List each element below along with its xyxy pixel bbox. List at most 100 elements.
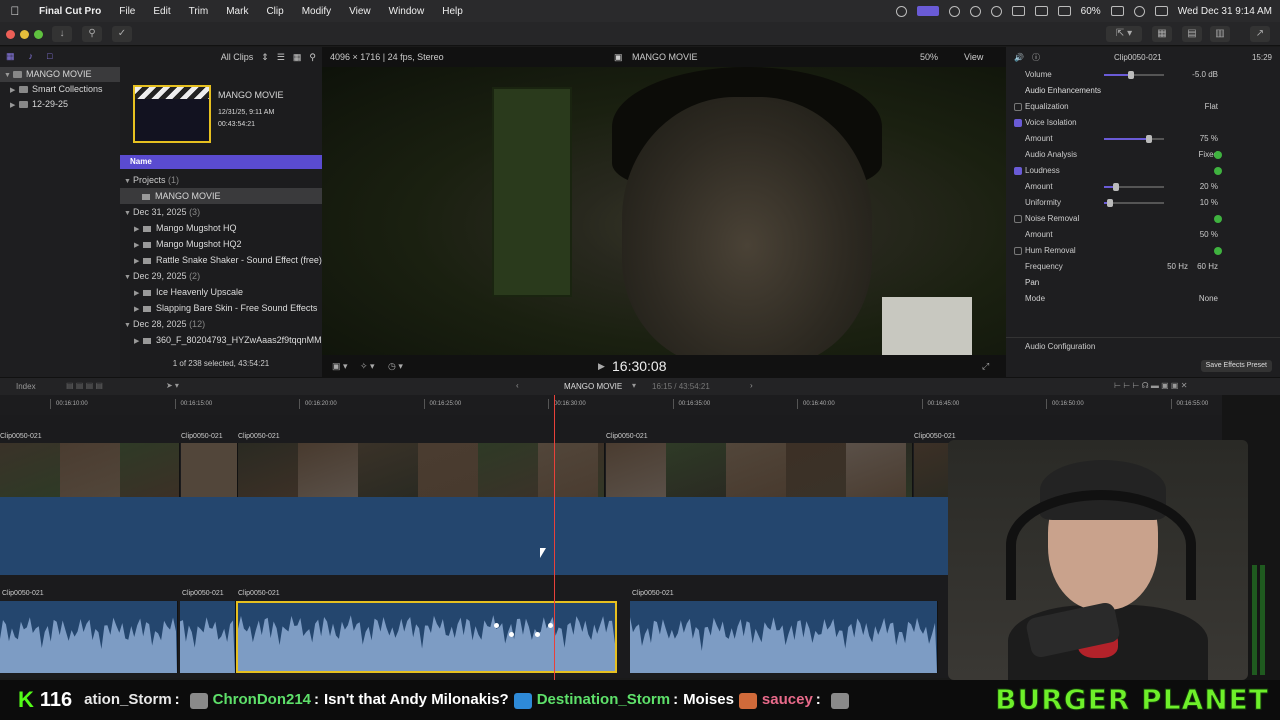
disclosure-triangle-icon[interactable]: ▶ bbox=[134, 286, 143, 300]
slider-knob[interactable] bbox=[1113, 183, 1119, 191]
menu-view[interactable]: View bbox=[340, 6, 380, 17]
apple-menu-icon[interactable]:  bbox=[0, 4, 30, 18]
menu-help[interactable]: Help bbox=[433, 6, 472, 17]
clock[interactable]: Wed Dec 31 9:14 AM bbox=[1178, 6, 1272, 17]
checkbox[interactable] bbox=[1014, 247, 1022, 255]
timeline-back-icon[interactable]: ‹ bbox=[516, 381, 519, 390]
playhead[interactable] bbox=[554, 395, 555, 680]
close-window-button[interactable] bbox=[6, 30, 15, 39]
battery-icon[interactable] bbox=[1110, 6, 1124, 16]
slider[interactable] bbox=[1104, 135, 1164, 143]
screen-share-icon[interactable] bbox=[916, 6, 939, 16]
project-thumbnail[interactable] bbox=[133, 85, 211, 143]
save-effects-preset-button[interactable]: Save Effects Preset bbox=[1200, 360, 1272, 372]
browser-group[interactable]: ▼ Projects (1) bbox=[120, 172, 322, 188]
disclosure-triangle-icon[interactable]: ▼ bbox=[124, 318, 133, 332]
share-icon[interactable]: ⇱ ▾ bbox=[1106, 26, 1142, 42]
transform-icon[interactable]: ▣ ▾ bbox=[332, 361, 348, 372]
background-tasks-icon[interactable]: ✓ bbox=[112, 26, 132, 42]
inspector-value[interactable]: 75 % bbox=[1200, 131, 1218, 147]
audio-configuration-label[interactable]: Audio Configuration bbox=[1025, 342, 1095, 351]
slider-knob[interactable] bbox=[1146, 135, 1152, 143]
volume-keyframe[interactable] bbox=[535, 632, 540, 637]
filter-chevron-icon[interactable]: ⇕ bbox=[261, 52, 269, 63]
menu-trim[interactable]: Trim bbox=[180, 6, 218, 17]
inspector-value[interactable]: Flat bbox=[1205, 99, 1218, 115]
browser-project[interactable]: MANGO MOVIE bbox=[120, 188, 322, 204]
audio-clip[interactable] bbox=[0, 601, 178, 673]
info-tab-icon[interactable]: ⓘ bbox=[1032, 52, 1040, 63]
video-frame[interactable] bbox=[322, 67, 1006, 355]
timeline-ruler[interactable]: 00:16:10:00 00:16:15:00 00:16:20:00 00:16:2… bbox=[0, 395, 1222, 415]
enhance-icon[interactable]: ✧ ▾ bbox=[360, 361, 375, 372]
minimize-window-button[interactable] bbox=[20, 30, 29, 39]
checkbox[interactable] bbox=[1014, 167, 1022, 175]
toggle-timeline-icon[interactable]: ▤ bbox=[1182, 26, 1202, 42]
disclosure-triangle-icon[interactable]: ▼ bbox=[124, 174, 133, 188]
browser-group[interactable]: ▼ Dec 31, 2025 (3) bbox=[120, 204, 322, 220]
audio-tab-icon[interactable]: 🔊 bbox=[1014, 53, 1024, 62]
timeline-tools-icons[interactable]: ⊢ ⊢ ⊢ ☊ ▬ ▣ ▣ ✕ bbox=[1114, 381, 1187, 390]
library-item-mango-movie[interactable]: ▼ MANGO MOVIE bbox=[0, 67, 120, 82]
selected-audio-clip[interactable] bbox=[236, 601, 617, 673]
timeline-forward-icon[interactable]: › bbox=[750, 381, 753, 390]
search-icon[interactable]: ⚲ bbox=[309, 52, 316, 63]
chat-username[interactable]: saucey bbox=[762, 691, 813, 708]
inspector-value[interactable]: 50 Hz bbox=[1167, 259, 1188, 275]
project-chevron-icon[interactable]: ▾ bbox=[632, 381, 636, 390]
browser-clip[interactable]: ▶ 360_F_80204793_HYZwAaas2f9tqqnMM bbox=[120, 332, 322, 348]
disclosure-triangle-icon[interactable]: ▼ bbox=[124, 270, 133, 284]
inspector-value[interactable]: 20 % bbox=[1200, 179, 1218, 195]
play-icon[interactable] bbox=[990, 5, 1002, 17]
toggle-inspector-icon[interactable]: ▥ bbox=[1210, 26, 1230, 42]
video-clip[interactable] bbox=[181, 443, 238, 497]
import-icon[interactable]: ↓ bbox=[52, 26, 72, 42]
filter-dropdown[interactable]: All Clips bbox=[221, 52, 254, 62]
inspector-value[interactable]: None bbox=[1199, 291, 1218, 307]
video-clip[interactable] bbox=[238, 443, 605, 497]
slider-knob[interactable] bbox=[1128, 71, 1134, 79]
checkbox[interactable] bbox=[1014, 119, 1022, 127]
disclosure-triangle-icon[interactable]: ▶ bbox=[10, 98, 19, 113]
toggle-browser-icon[interactable]: ▦ bbox=[1152, 26, 1172, 42]
titles-icon[interactable]: □ bbox=[47, 51, 52, 63]
inspector-value[interactable]: 50 % bbox=[1200, 227, 1218, 243]
zoom-window-button[interactable] bbox=[34, 30, 43, 39]
browser-group[interactable]: ▼ Dec 28, 2025 (12) bbox=[120, 316, 322, 332]
inspector-value[interactable]: 10 % bbox=[1200, 195, 1218, 211]
zoom-dropdown[interactable]: 50% bbox=[920, 52, 938, 62]
wifi-icon[interactable] bbox=[1057, 6, 1071, 16]
name-column-header[interactable]: Name bbox=[120, 155, 322, 169]
audio-clip[interactable] bbox=[630, 601, 938, 673]
chat-username[interactable]: ation_Storm bbox=[84, 691, 172, 708]
view-menu[interactable]: View bbox=[964, 52, 983, 62]
play-button-icon[interactable]: ▶ bbox=[598, 361, 605, 372]
disclosure-triangle-icon[interactable]: ▶ bbox=[134, 254, 143, 268]
index-button[interactable]: Index bbox=[16, 382, 36, 391]
menu-modify[interactable]: Modify bbox=[293, 6, 340, 17]
browser-group[interactable]: ▼ Dec 29, 2025 (2) bbox=[120, 268, 322, 284]
volume-keyframe[interactable] bbox=[509, 632, 514, 637]
library-item-smart-collections[interactable]: ▶ Smart Collections bbox=[0, 82, 120, 97]
inspector-value-2[interactable]: 60 Hz bbox=[1197, 259, 1218, 275]
browser-clip[interactable]: ▶ Slapping Bare Skin - Free Sound Effects bbox=[120, 300, 322, 316]
menu-file[interactable]: File bbox=[110, 6, 144, 17]
browser-clip[interactable]: ▶ Mango Mugshot HQ2 bbox=[120, 236, 322, 252]
disclosure-triangle-icon[interactable]: ▶ bbox=[134, 302, 143, 316]
display-icon[interactable] bbox=[1034, 6, 1048, 16]
record-icon[interactable] bbox=[969, 5, 981, 17]
keyword-icon[interactable]: ⚲ bbox=[82, 26, 102, 42]
inspector-value[interactable]: -5.0 dB bbox=[1192, 67, 1218, 83]
checkbox[interactable] bbox=[1014, 103, 1022, 111]
search-icon[interactable] bbox=[1133, 5, 1145, 17]
app-menu[interactable]: Final Cut Pro bbox=[30, 6, 110, 17]
audio-clip[interactable] bbox=[180, 601, 236, 673]
append-edit-icons[interactable]: ▤ ▤ ▤ ▤ bbox=[66, 381, 103, 390]
photos-icon[interactable]: ♪ bbox=[29, 51, 34, 63]
disclosure-triangle-icon[interactable]: ▼ bbox=[124, 206, 133, 220]
library-item-event[interactable]: ▶ 12-29-25 bbox=[0, 97, 120, 112]
fullscreen-icon[interactable]: ⤢ bbox=[982, 361, 989, 372]
disclosure-triangle-icon[interactable]: ▶ bbox=[134, 222, 143, 236]
video-clip[interactable] bbox=[606, 443, 913, 497]
slider[interactable] bbox=[1104, 183, 1164, 191]
